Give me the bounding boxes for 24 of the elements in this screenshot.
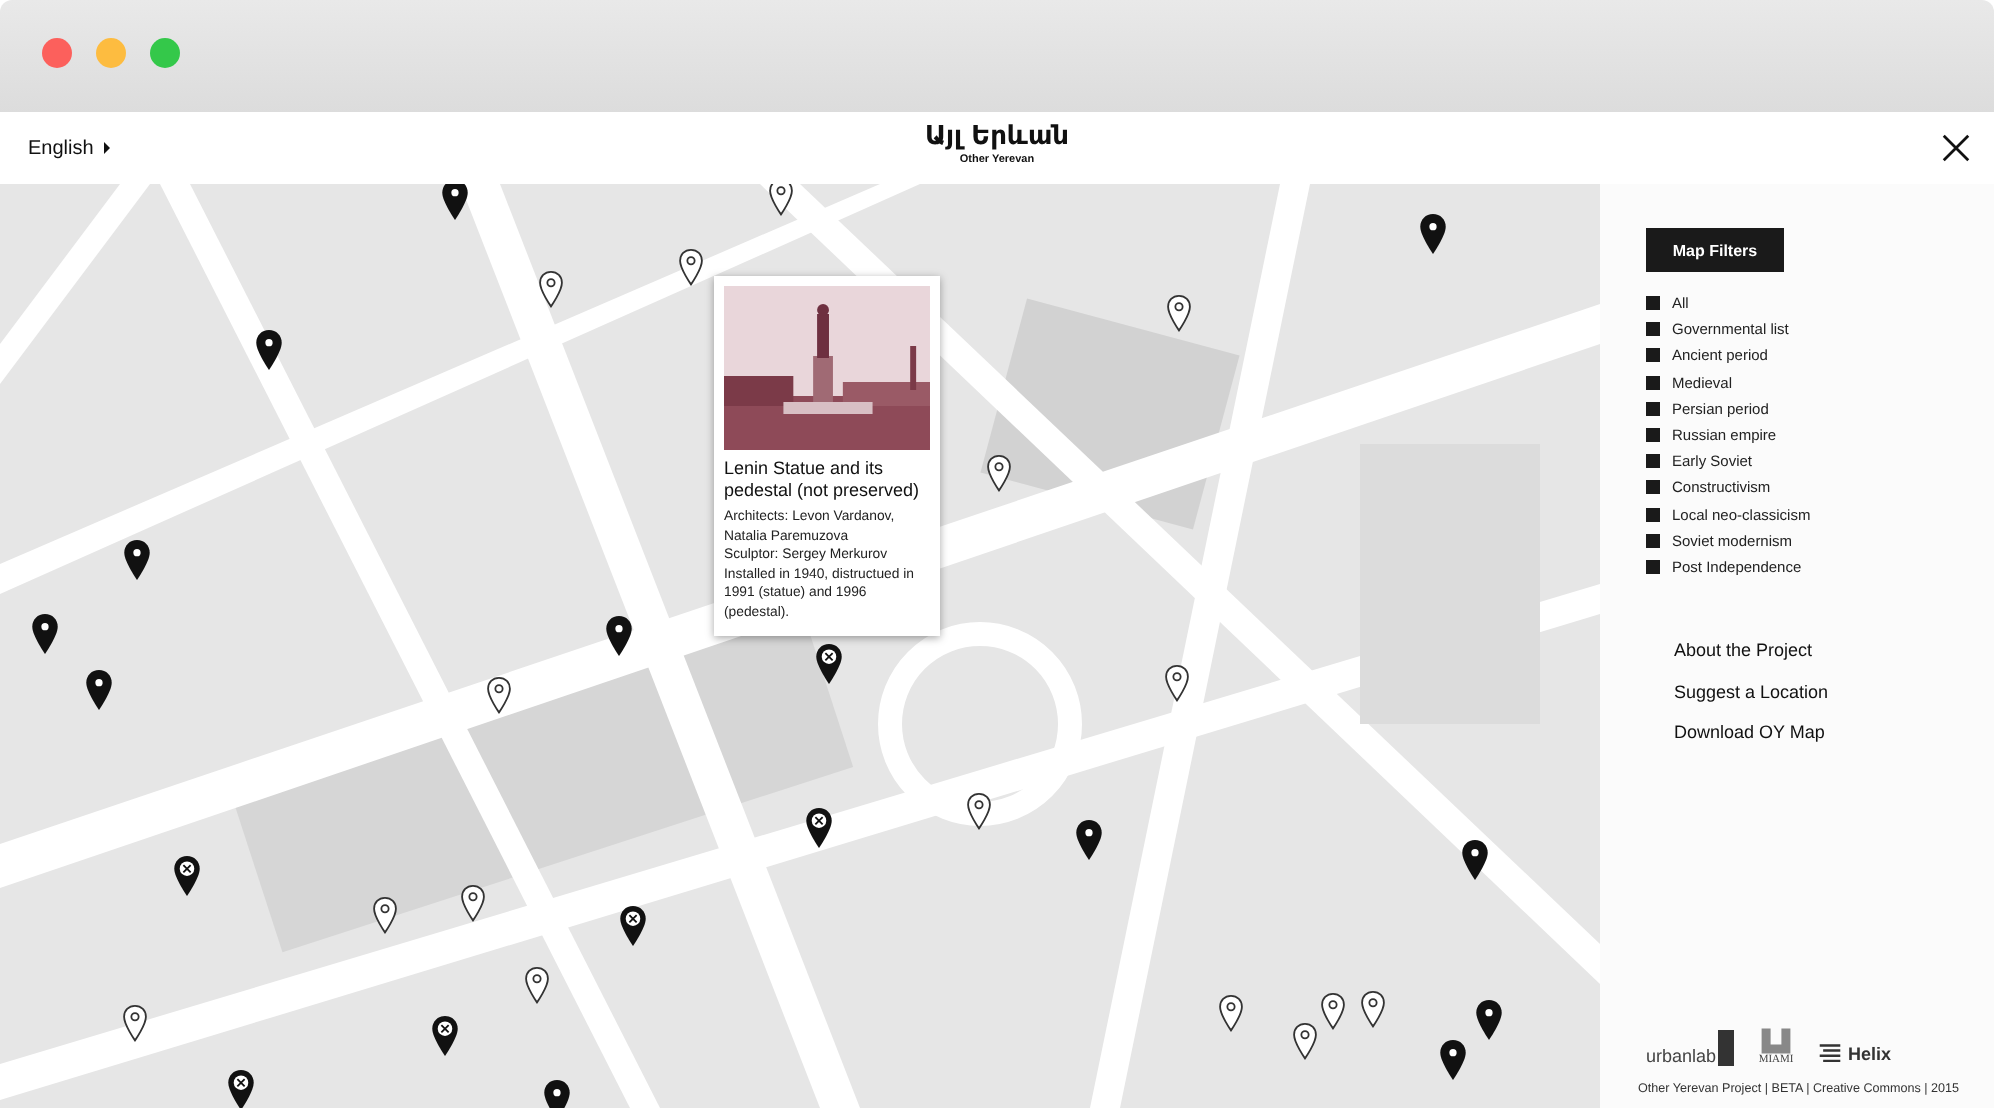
- sidebar-link[interactable]: Download OY Map: [1674, 720, 1994, 746]
- filter-checkbox[interactable]: [1646, 375, 1660, 390]
- filter-checkbox[interactable]: [1646, 507, 1660, 522]
- filter-checkbox[interactable]: [1646, 401, 1660, 416]
- language-selector[interactable]: English: [28, 137, 110, 159]
- sidebar-link[interactable]: About the Project: [1674, 638, 1994, 664]
- site-logo[interactable]: Այլ Երևան: [924, 122, 1070, 154]
- sidebar-link[interactable]: Suggest a Location: [1674, 679, 1994, 705]
- partner-name: Helix: [1848, 1044, 1892, 1064]
- map-filters-button[interactable]: Map Filters: [1646, 228, 1784, 272]
- filter-checkbox[interactable]: [1646, 454, 1660, 469]
- filter-checkbox[interactable]: [1646, 322, 1660, 337]
- partner-logo[interactable]: urbanlab: [1646, 1030, 1735, 1066]
- u-shape-icon: [1758, 1028, 1795, 1054]
- partner-logo[interactable]: Helix: [1818, 1042, 1892, 1066]
- filter-checkbox[interactable]: [1646, 533, 1660, 548]
- filter-checkbox[interactable]: [1646, 428, 1660, 443]
- close-icon[interactable]: [1942, 134, 1970, 162]
- filter-checkbox[interactable]: [1646, 559, 1660, 574]
- stripes-icon: [1818, 1042, 1843, 1066]
- filter-checkbox[interactable]: [1646, 480, 1660, 495]
- caret-icon: [103, 142, 110, 154]
- filter-checkbox[interactable]: [1646, 296, 1660, 311]
- filter-checkbox[interactable]: [1646, 348, 1660, 363]
